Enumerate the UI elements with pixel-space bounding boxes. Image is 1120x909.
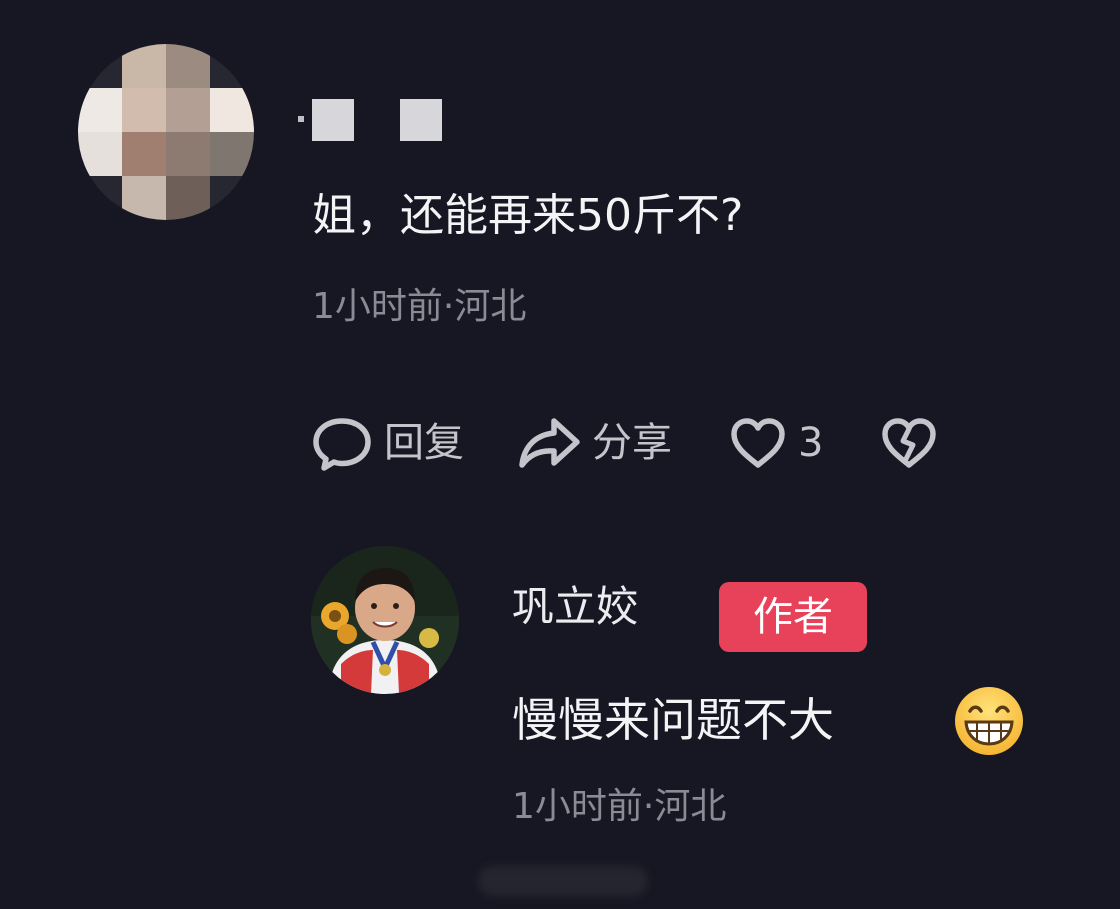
comment-text: 姐，还能再来50斤不?: [312, 190, 744, 241]
reply-label: 回复: [384, 420, 464, 466]
author-avatar[interactable]: [311, 546, 459, 694]
author-photo-icon: [311, 546, 459, 694]
comment-action-row: 回复 分享 3: [310, 408, 939, 478]
author-badge: 作者: [719, 582, 867, 652]
mask-block: [400, 99, 442, 141]
dislike-button[interactable]: [879, 415, 939, 471]
speech-bubble-icon: [310, 411, 374, 475]
commenter-username-masked[interactable]: [298, 98, 442, 142]
mask-dot: [298, 116, 304, 122]
share-label: 分享: [592, 420, 672, 466]
mask-block: [312, 99, 354, 141]
like-button[interactable]: 3: [728, 415, 823, 471]
grinning-face-icon: [952, 684, 1026, 758]
reply-button[interactable]: 回复: [310, 411, 464, 475]
reply-meta: 1小时前·河北: [512, 786, 727, 827]
pixelated-avatar-mosaic: [78, 44, 254, 220]
blurred-footer-text: [478, 866, 648, 896]
broken-heart-icon: [879, 415, 939, 471]
heart-icon: [728, 415, 788, 471]
author-name[interactable]: 巩立姣: [512, 578, 638, 636]
comment-meta: 1小时前·河北: [312, 286, 527, 327]
commenter-avatar[interactable]: [78, 44, 254, 220]
reply-text: 慢慢来问题不大: [512, 693, 834, 747]
like-count: 3: [798, 420, 824, 466]
share-button[interactable]: 分享: [516, 415, 672, 471]
share-arrow-icon: [516, 415, 582, 471]
